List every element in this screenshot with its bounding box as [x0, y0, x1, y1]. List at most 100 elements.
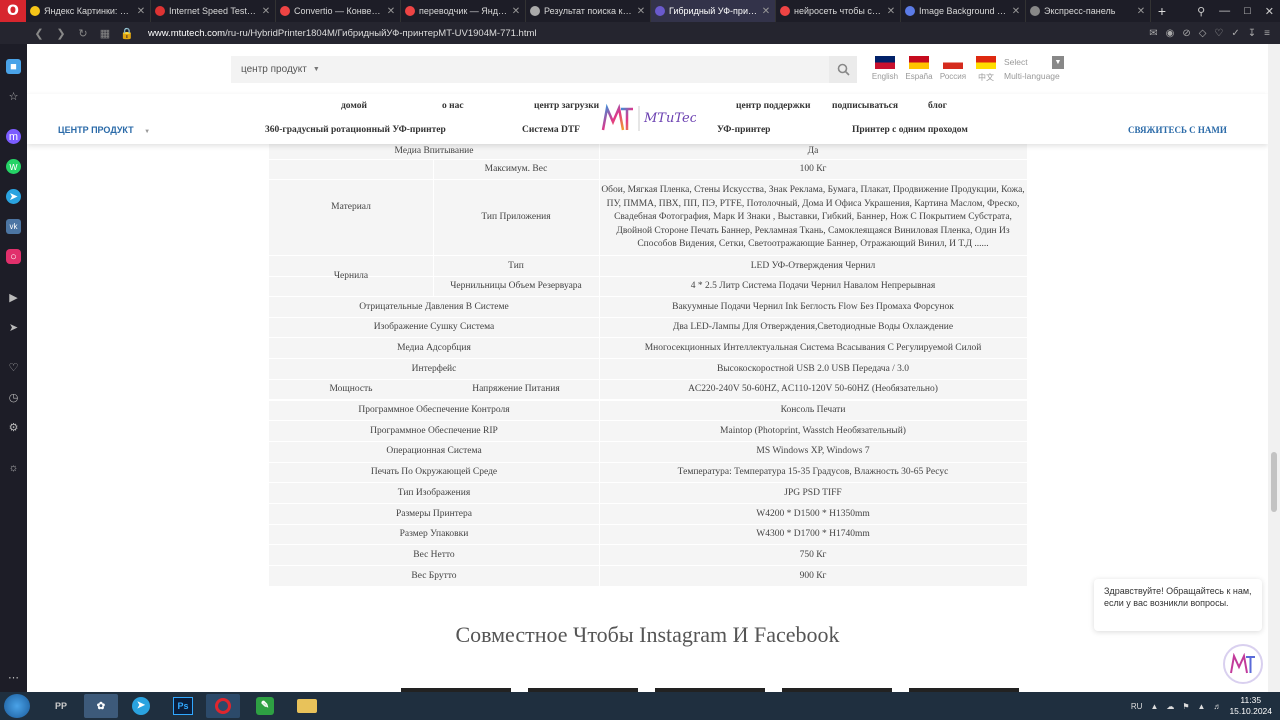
tab-close-icon[interactable]: ✕ — [761, 6, 771, 17]
taskbar-app-draw-icon[interactable]: ✎ — [248, 694, 282, 718]
site-top-bar: центр продукт ▼ English España Россия 中文 Se… — [27, 44, 1268, 94]
language-option[interactable]: English — [870, 56, 900, 81]
more-icon[interactable]: ⋯ — [6, 670, 21, 685]
url-field[interactable]: www.mtutech.com/ru-ru/HybridPrinter1804M… — [148, 28, 537, 39]
chat-greeting-bubble[interactable]: Здравствуйте! Обращайтесь к нам, если у … — [1094, 579, 1262, 631]
browser-tab[interactable]: нейросеть чтобы сдела ✕ — [776, 0, 901, 22]
history-icon[interactable]: ◷ — [6, 390, 21, 405]
nav-360-printer[interactable]: 360-градусный ротационный УФ-принтер — [265, 125, 446, 135]
tab-close-icon[interactable]: ✕ — [886, 6, 896, 17]
tab-favicon-icon — [280, 6, 290, 16]
new-tab-button[interactable]: + — [1151, 3, 1173, 19]
tray-app-icon[interactable]: ☁ — [1166, 702, 1174, 711]
language-option[interactable]: 中文 — [971, 56, 1001, 83]
language-indicator[interactable]: RU — [1131, 702, 1143, 711]
tab-title: Яндекс Картинки: поиск — [44, 6, 133, 16]
mtutech-logo-icon[interactable]: MTuTech — [601, 102, 696, 134]
tab-close-icon[interactable]: ✕ — [261, 6, 271, 17]
spec-label: Тип Изображения — [397, 487, 471, 498]
bookmark-icon[interactable]: ✓ — [1231, 28, 1239, 39]
opera-logo-icon[interactable]: O — [0, 0, 26, 22]
browser-tab[interactable]: Экспресс-панель ✕ — [1026, 0, 1151, 22]
search-tabs-icon[interactable]: ⚲ — [1197, 5, 1205, 18]
nav-subscribe[interactable]: подписываться — [832, 101, 898, 111]
multi-language-select[interactable]: Select ▼ Multi-language — [1004, 56, 1064, 81]
reload-icon[interactable]: ↻ — [72, 27, 94, 40]
network-icon[interactable]: ▲ — [1198, 702, 1206, 711]
vk-icon[interactable]: vk — [6, 219, 21, 234]
tab-close-icon[interactable]: ✕ — [636, 6, 646, 17]
bulb-icon[interactable]: ☼ — [6, 460, 21, 475]
volume-icon[interactable]: ♬ — [1213, 702, 1221, 711]
windows-start-button[interactable] — [4, 694, 30, 718]
language-option[interactable]: Россия — [938, 56, 968, 81]
language-label: España — [905, 72, 933, 81]
maximize-icon[interactable]: □ — [1244, 5, 1251, 17]
cube-icon[interactable]: ◇ — [1199, 28, 1207, 39]
block-icon[interactable]: ⊘ — [1182, 28, 1190, 39]
taskbar-app-pp[interactable]: PP — [44, 694, 78, 718]
tab-close-icon[interactable]: ✕ — [511, 6, 521, 17]
product-center-select[interactable]: центр продукт ▼ — [231, 56, 326, 83]
nav-home[interactable]: домой — [341, 101, 367, 111]
telegram-icon[interactable]: ➤ — [6, 189, 21, 204]
nav-single-pass[interactable]: Принтер с одним проходом — [852, 125, 968, 135]
taskbar-app-telegram-icon[interactable]: ➤ — [124, 694, 158, 718]
scrollbar-thumb[interactable] — [1271, 452, 1277, 512]
instagram-icon[interactable]: ○ — [6, 249, 21, 264]
send-icon[interactable]: ➤ — [6, 320, 21, 335]
menu-icon[interactable]: ≡ — [1264, 28, 1270, 39]
language-option[interactable]: España — [904, 56, 934, 81]
search-button[interactable] — [829, 56, 857, 83]
nav-dtf[interactable]: Система DTF — [522, 125, 580, 135]
minimize-icon[interactable]: — — [1219, 5, 1230, 17]
share-icon[interactable]: ✉ — [1149, 28, 1157, 39]
nav-downloads[interactable]: центр загрузки — [534, 101, 599, 111]
browser-tab[interactable]: Результат поиска карти ✕ — [526, 0, 651, 22]
download-icon[interactable]: ↧ — [1248, 28, 1256, 39]
close-window-icon[interactable]: ✕ — [1265, 5, 1274, 18]
settings-icon[interactable]: ⚙ — [6, 420, 21, 435]
page-scrollbar[interactable] — [1268, 44, 1280, 692]
flag-icon — [976, 56, 996, 69]
browser-tab[interactable]: Гибридный УФ-принтер ✕ — [651, 0, 776, 22]
star-icon[interactable]: ☆ — [6, 89, 21, 104]
tab-close-icon[interactable]: ✕ — [1011, 6, 1021, 17]
heart-sidebar-icon[interactable]: ♡ — [6, 360, 21, 375]
back-icon[interactable]: ❮ — [28, 27, 50, 40]
taskbar-app-opera-icon[interactable] — [206, 694, 240, 718]
taskbar-app-photoshop[interactable]: Ps — [166, 694, 200, 718]
search-input[interactable] — [326, 56, 829, 83]
player-icon[interactable]: ▶ — [6, 290, 21, 305]
browser-tab[interactable]: переводчик — Яндекс: ✕ — [401, 0, 526, 22]
grid-icon[interactable]: ▦ — [94, 27, 116, 40]
tab-favicon-icon — [905, 6, 915, 16]
tab-close-icon[interactable]: ✕ — [136, 6, 146, 17]
browser-tab[interactable]: Яндекс Картинки: поиск✕ — [26, 0, 151, 22]
nav-product-center[interactable]: ЦЕНТР ПРОДУКТ ▼ — [58, 125, 150, 135]
tab-close-icon[interactable]: ✕ — [386, 6, 396, 17]
browser-tab[interactable]: Convertio — Конвертер ✕ — [276, 0, 401, 22]
nav-blog[interactable]: блог — [928, 101, 947, 111]
tab-close-icon[interactable]: ✕ — [1136, 6, 1146, 17]
tray-flag-icon[interactable]: ⚑ — [1182, 702, 1189, 711]
browser-tab[interactable]: Image Background Remo✕ — [901, 0, 1026, 22]
tray-arrow-icon[interactable]: ▲ — [1150, 702, 1158, 711]
taskbar-app-folder-icon[interactable] — [290, 694, 324, 718]
photoshop-label: Ps — [173, 697, 193, 715]
home-icon[interactable]: ■ — [6, 59, 21, 74]
spec-value: 100 Кг — [799, 164, 827, 175]
camera-icon[interactable]: ◉ — [1166, 28, 1175, 39]
nav-contact[interactable]: СВЯЖИТЕСЬ С НАМИ — [1128, 125, 1227, 135]
forward-icon[interactable]: ❯ — [50, 27, 72, 40]
clock[interactable]: 11:35 15.10.2024 — [1229, 695, 1272, 717]
nav-uv-printer[interactable]: УФ-принтер — [717, 125, 770, 135]
whatsapp-icon[interactable]: w — [6, 159, 21, 174]
chat-launcher-button[interactable] — [1223, 644, 1263, 684]
nav-support[interactable]: центр поддержки — [736, 101, 811, 111]
nav-about[interactable]: о нас — [442, 101, 464, 111]
taskbar-app-paint-icon[interactable]: ✿ — [84, 694, 118, 718]
messenger-icon[interactable]: m — [6, 129, 21, 144]
browser-tab[interactable]: Internet Speed Test | Fas✕ — [151, 0, 276, 22]
heart-icon[interactable]: ♡ — [1214, 28, 1223, 39]
